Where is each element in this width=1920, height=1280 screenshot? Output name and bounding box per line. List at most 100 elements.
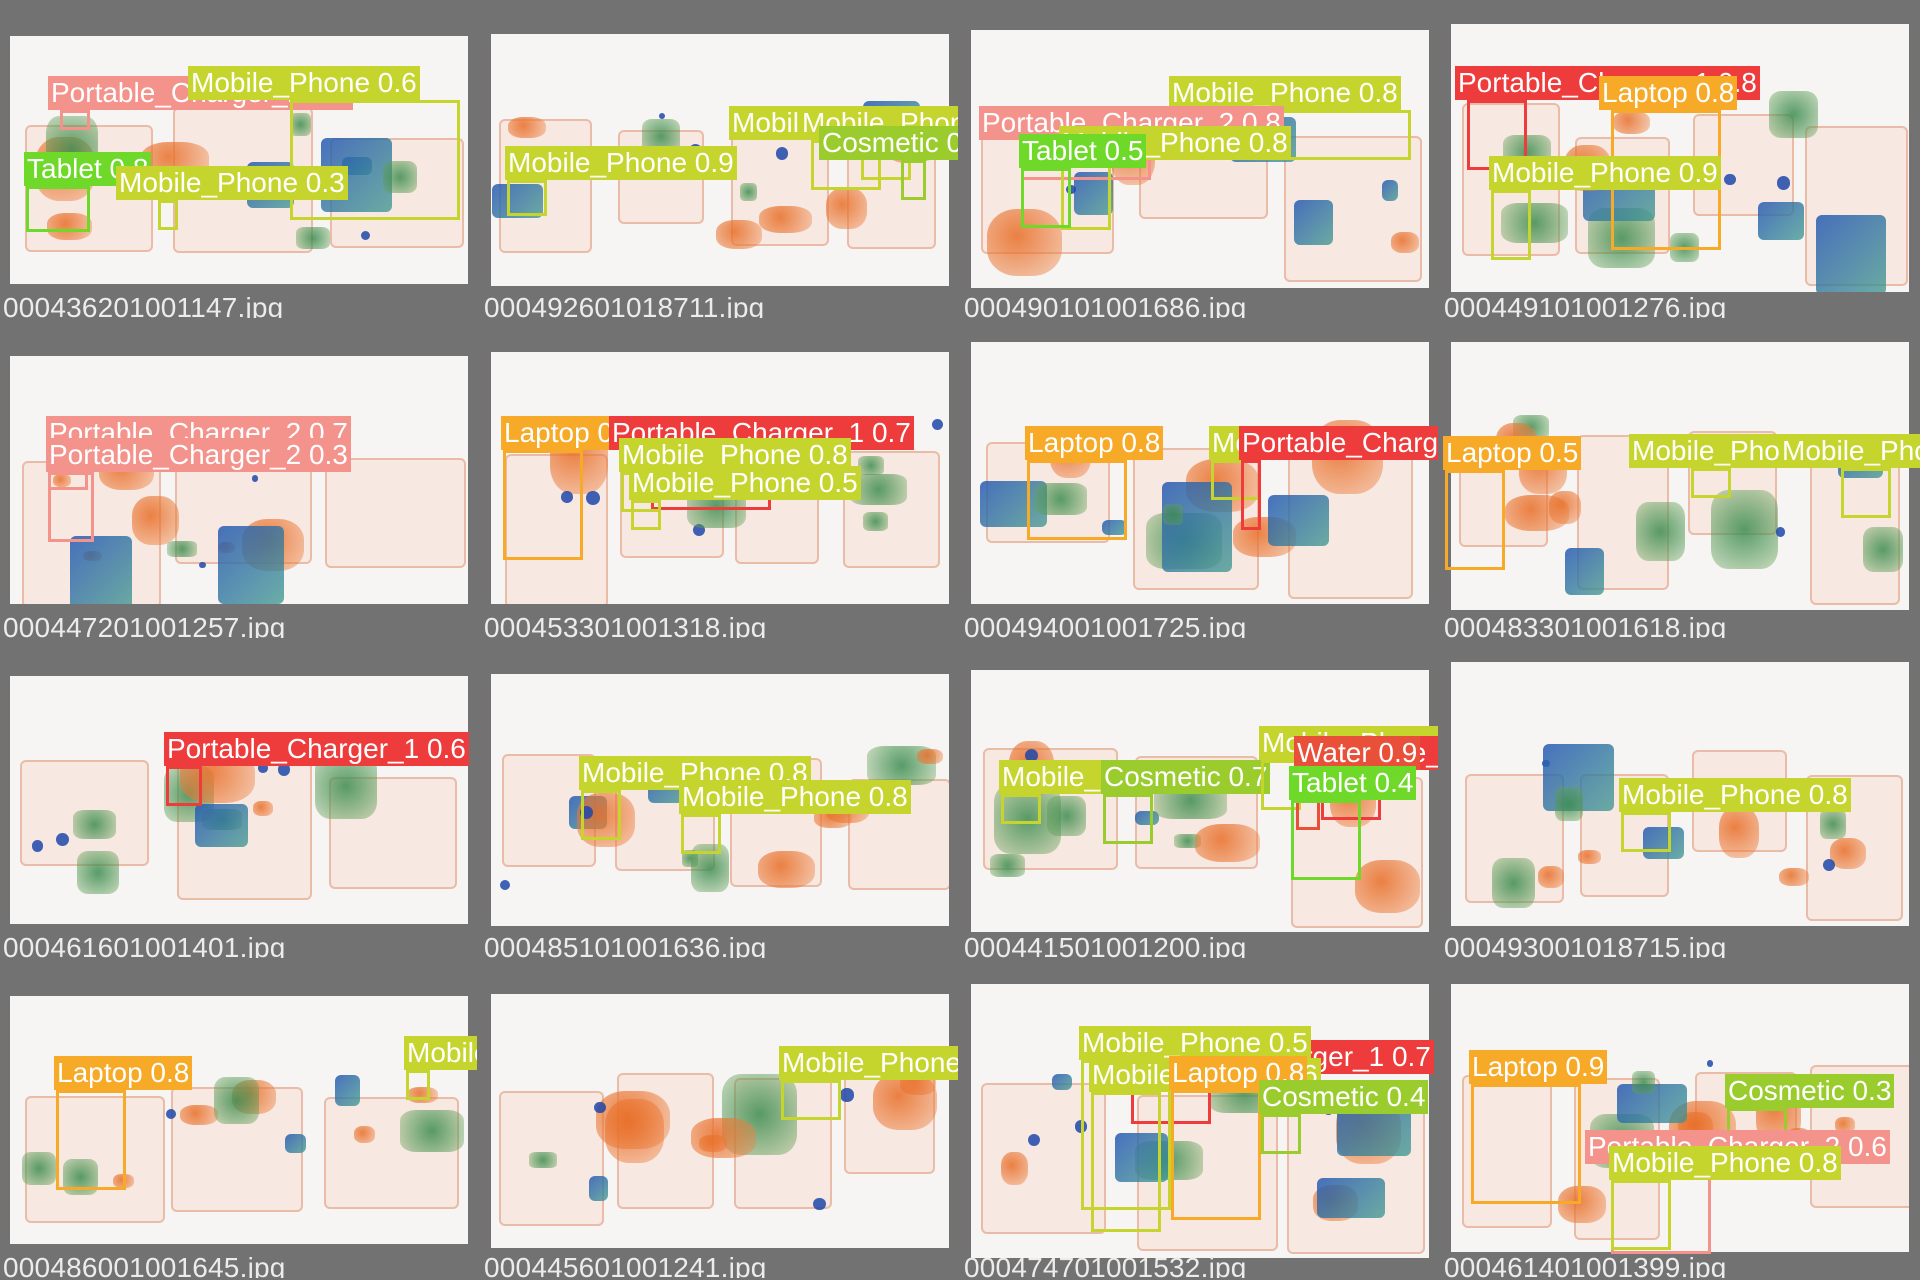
- xray-object: [1293, 200, 1333, 246]
- xray-object: [1829, 837, 1867, 869]
- detection-tile: Laptop 0.5Mobile_Phone 0.8Mobile_Phone 0…: [1441, 320, 1920, 638]
- xray-object: [1031, 137, 1060, 162]
- xray-image: [971, 984, 1429, 1258]
- xray-object: [579, 805, 593, 819]
- xray-object: [1073, 172, 1113, 215]
- xray-object: [251, 475, 259, 482]
- xray-object: [1558, 1185, 1607, 1224]
- xray-image: [10, 36, 468, 284]
- detection-tile: Portable_Charger_2 0.7 Portable_Charger_2…: [0, 320, 477, 638]
- xray-object: [1336, 1080, 1411, 1156]
- xray-object: [131, 496, 179, 545]
- xray-object: [1381, 180, 1398, 201]
- xray-object: [588, 1176, 609, 1201]
- xray-object: [621, 415, 684, 469]
- xray-object: [800, 466, 808, 474]
- xray-object: [285, 1133, 307, 1154]
- detection-tile: Laptop 0.8 Mobile_Phone 0.4 Portable_Charg…: [961, 320, 1438, 638]
- xray-object: [1355, 859, 1421, 913]
- image-filename: 000441501001200.jpg: [964, 932, 1247, 958]
- xray-object: [76, 850, 119, 894]
- xray-object: [863, 511, 889, 532]
- xray-image: [491, 352, 949, 604]
- xray-tray: [1462, 1074, 1552, 1228]
- xray-object: [1194, 824, 1261, 863]
- xray-tray: [1810, 1065, 1909, 1208]
- xray-object: [166, 540, 197, 557]
- xray-object: [1537, 866, 1564, 888]
- xray-object: [179, 1104, 218, 1125]
- image-filename: 000453301001318.jpg: [484, 612, 767, 638]
- xray-object: [1153, 781, 1228, 819]
- xray-object: [826, 187, 867, 230]
- xray-object: [1779, 867, 1810, 887]
- xray-object: [1631, 1070, 1655, 1095]
- xray-object: [1549, 491, 1582, 524]
- xray-object: [813, 1197, 826, 1211]
- xray-object: [1564, 548, 1605, 596]
- xray-object: [1841, 1138, 1855, 1152]
- xray-object: [1838, 440, 1884, 479]
- xray-object: [715, 220, 763, 249]
- xray-object: [70, 535, 132, 604]
- xray-object: [814, 808, 853, 829]
- xray-tray: [325, 457, 467, 569]
- xray-object: [180, 750, 256, 804]
- image-filename: 000447201001257.jpg: [3, 612, 286, 638]
- xray-tray: [734, 436, 820, 565]
- xray-object: [560, 491, 573, 504]
- xray-object: [1706, 1060, 1714, 1068]
- xray-image: [10, 996, 468, 1244]
- detection-tile: Laptop 0.7 Portable_Charger_1 0.7 Mobile_P…: [481, 320, 958, 638]
- xray-object: [1101, 520, 1127, 535]
- xray-object: [1613, 110, 1650, 135]
- xray-tray: [847, 779, 949, 891]
- xray-object: [382, 161, 418, 193]
- image-filename: 000492601018711.jpg: [484, 292, 765, 318]
- xray-object: [1775, 527, 1786, 537]
- detection-tile: Laptop 0.9 Cosmetic 0.3 Portable_Charger_2…: [1441, 960, 1920, 1278]
- detection-tile: Mobile_Phone 0.8 000493001018715.jpg: [1441, 640, 1920, 958]
- image-filename: 000485101001636.jpg: [484, 932, 767, 958]
- xray-tray: [980, 1082, 1106, 1234]
- xray-object: [1101, 444, 1124, 456]
- xray-object: [296, 226, 330, 249]
- xray-object: [499, 880, 510, 891]
- xray-object: [691, 1118, 757, 1158]
- detection-tile: Laptop 0.8Mobile_Phone 0.600048600100164…: [0, 960, 477, 1278]
- xray-object: [303, 99, 315, 111]
- xray-object: [1318, 106, 1326, 114]
- xray-object: [1312, 419, 1383, 494]
- image-filename: 000436201001147.jpg: [3, 292, 284, 318]
- xray-object: [492, 183, 544, 219]
- xray-object: [1555, 787, 1584, 822]
- xray-object: [407, 1086, 438, 1103]
- xray-object: [1024, 136, 1033, 145]
- xray-object: [277, 763, 291, 776]
- xray-object: [45, 115, 99, 183]
- xray-object: [113, 1173, 135, 1188]
- xray-object: [1643, 826, 1685, 859]
- xray-object: [31, 840, 44, 852]
- xray-object: [53, 474, 72, 488]
- xray-object: [873, 1072, 937, 1131]
- xray-object: [1052, 1074, 1073, 1091]
- xray-object: [840, 1088, 854, 1102]
- xray-object: [1329, 773, 1377, 828]
- xray-object: [1815, 214, 1886, 292]
- xray-object: [1114, 1132, 1168, 1182]
- xray-object: [1001, 1151, 1029, 1185]
- xray-object: [1049, 432, 1092, 479]
- xray-image: [1451, 984, 1909, 1252]
- xray-object: [1027, 1133, 1041, 1146]
- xray-object: [195, 803, 248, 847]
- xray-object: [604, 1099, 665, 1164]
- xray-object: [1391, 232, 1419, 254]
- detection-tile: Portable_Charger_1 0.8 Laptop 0.8 Mobile_P…: [1441, 0, 1920, 318]
- image-filename: 000493001018715.jpg: [1444, 932, 1727, 958]
- xray-image: [1451, 342, 1909, 610]
- xray-object: [1163, 503, 1183, 525]
- xray-object: [253, 800, 273, 816]
- xray-object: [335, 1074, 360, 1106]
- xray-object: [1074, 1120, 1088, 1133]
